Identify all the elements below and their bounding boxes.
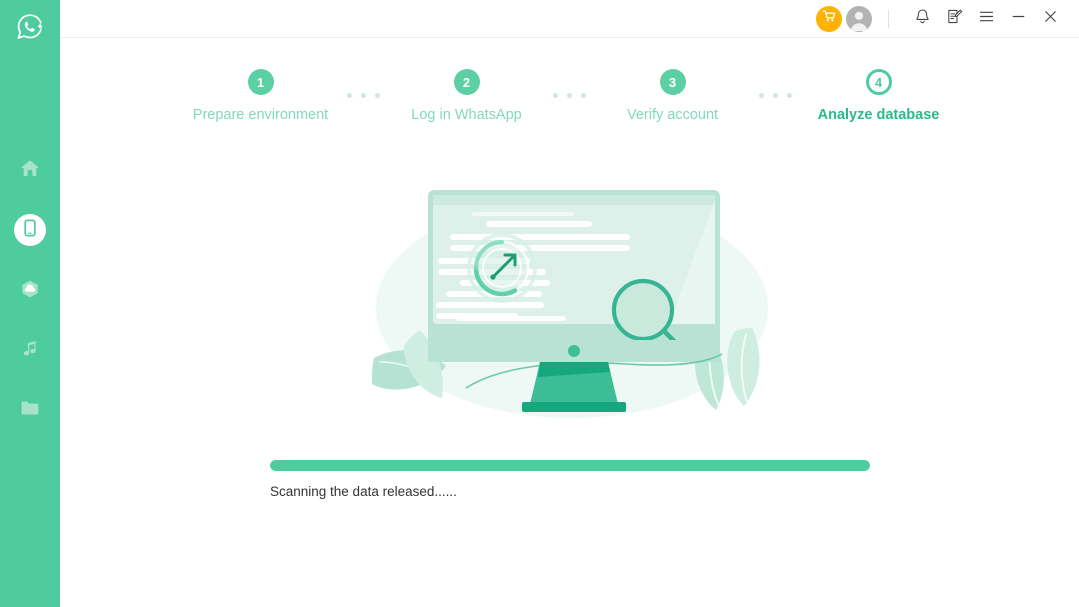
- separator-dot: [567, 93, 572, 98]
- cloud-icon: [19, 277, 41, 304]
- step-3-number: 3: [659, 69, 686, 95]
- step-indicator: 1 Prepare environment 2 Log in WhatsApp …: [60, 38, 1079, 138]
- separator-dot: [787, 93, 792, 98]
- step-4-label: Analyze database: [817, 107, 940, 123]
- app-logo: [0, 0, 60, 58]
- app-window: 1 Prepare environment 2 Log in WhatsApp …: [0, 0, 1079, 607]
- notifications-button[interactable]: [907, 4, 937, 34]
- whatsapp-logo-icon: [14, 11, 46, 48]
- step-separator-3: [748, 93, 804, 98]
- sidebar-item-device[interactable]: [8, 214, 52, 246]
- separator-dot: [773, 93, 778, 98]
- sidebar-item-files[interactable]: [8, 394, 52, 426]
- toolbar-divider: [888, 9, 889, 28]
- minimize-icon: [1010, 8, 1027, 30]
- account-group: [816, 5, 872, 32]
- bell-icon: [914, 8, 931, 30]
- feedback-button[interactable]: [939, 4, 969, 34]
- progress-section: Scanning the data released......: [270, 460, 870, 499]
- sidebar: [0, 0, 60, 607]
- phone-icon: [20, 218, 40, 243]
- separator-dot: [375, 93, 380, 98]
- sidebar-item-music[interactable]: [8, 334, 52, 366]
- speedometer-gauge-icon: [466, 233, 537, 303]
- step-2-number: 2: [453, 69, 480, 95]
- step-1-label: Prepare environment: [192, 107, 329, 123]
- separator-dot: [759, 93, 764, 98]
- progress-bar-fill: [270, 460, 870, 471]
- avatar[interactable]: [846, 5, 872, 32]
- folder-icon: [19, 397, 41, 424]
- step-3-label: Verify account: [626, 107, 719, 123]
- home-icon: [19, 157, 41, 184]
- step-separator-1: [336, 93, 392, 98]
- minimize-button[interactable]: [1003, 4, 1033, 34]
- edit-note-icon: [946, 8, 963, 30]
- separator-dot: [553, 93, 558, 98]
- sidebar-item-backup[interactable]: [8, 274, 52, 306]
- step-2: 2 Log in WhatsApp: [392, 69, 542, 123]
- music-note-icon: [20, 338, 40, 363]
- hamburger-menu-icon: [978, 8, 995, 30]
- shopping-cart-button[interactable]: [816, 5, 842, 32]
- close-icon: [1042, 8, 1059, 30]
- progress-bar: [270, 460, 870, 471]
- shopping-cart-icon: [821, 8, 837, 29]
- step-4: 4 Analyze database: [804, 69, 954, 123]
- step-1: 1 Prepare environment: [186, 69, 336, 123]
- status-text: Scanning the data released......: [270, 484, 457, 499]
- menu-button[interactable]: [971, 4, 1001, 34]
- title-bar: [60, 0, 1079, 38]
- step-2-label: Log in WhatsApp: [411, 107, 522, 123]
- sidebar-item-home[interactable]: [8, 154, 52, 186]
- separator-dot: [581, 93, 586, 98]
- main-area: 1 Prepare environment 2 Log in WhatsApp …: [60, 0, 1079, 607]
- sidebar-nav: [0, 154, 60, 426]
- step-4-number: 4: [865, 69, 892, 95]
- database-scanning-illustration: [60, 150, 1079, 450]
- step-3: 3 Verify account: [598, 69, 748, 123]
- step-separator-2: [542, 93, 598, 98]
- close-button[interactable]: [1035, 4, 1065, 34]
- separator-dot: [347, 93, 352, 98]
- separator-dot: [361, 93, 366, 98]
- step-1-number: 1: [247, 69, 274, 95]
